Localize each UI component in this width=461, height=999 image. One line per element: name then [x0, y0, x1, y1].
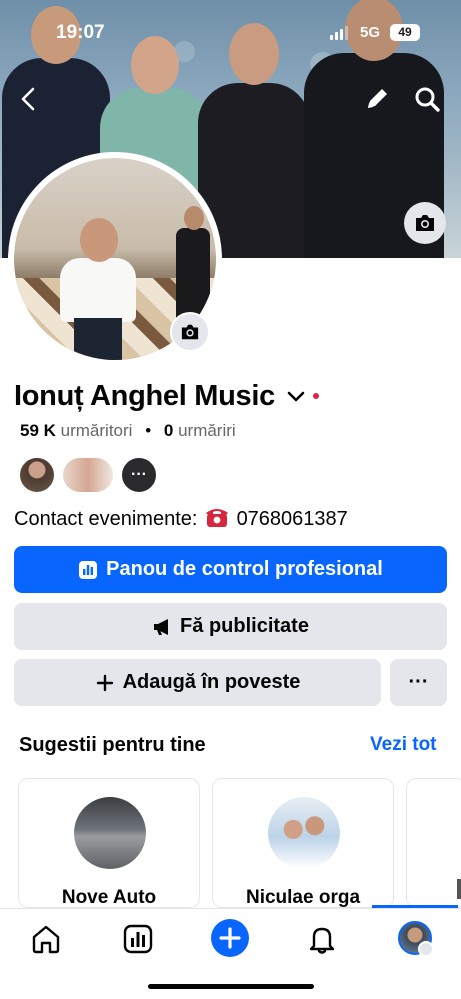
camera-icon: [181, 324, 199, 340]
dashboard-label: Panou de control profesional: [106, 558, 383, 580]
plus-icon: [219, 927, 241, 949]
create-button[interactable]: [211, 919, 249, 957]
search-icon[interactable]: [412, 84, 442, 114]
bell-icon[interactable]: [306, 923, 338, 955]
status-bar: 19:07 5G 49: [0, 18, 461, 50]
battery-indicator: 49: [390, 24, 420, 41]
advertise-button[interactable]: Fă publicitate: [14, 603, 447, 650]
professional-dashboard-button[interactable]: Panou de control profesional: [14, 546, 447, 593]
bar-chart-icon: [79, 560, 98, 579]
edit-avatar-camera-button[interactable]: [170, 312, 210, 352]
advertise-label: Fă publicitate: [180, 615, 309, 637]
suggestion-card-fragment: [457, 879, 461, 899]
add-to-story-button[interactable]: Adaugă în poveste: [14, 659, 381, 706]
suggestion-card[interactable]: Niculae orga: [212, 778, 394, 908]
profile-name-row[interactable]: Ionuț Anghel Music: [14, 376, 319, 416]
suggestions-title: Sugestii pentru tine: [19, 734, 206, 756]
home-icon[interactable]: [30, 923, 62, 955]
followers-count[interactable]: 59 K: [20, 421, 56, 440]
more-friends-button[interactable]: ···: [120, 456, 158, 494]
stats-separator: •: [145, 421, 152, 440]
more-options-icon: ···: [408, 671, 429, 693]
following-label[interactable]: urmăriri: [178, 421, 236, 440]
notification-dot: [312, 393, 319, 399]
signal-icon: [330, 26, 350, 40]
add-story-label: Adaugă în poveste: [122, 671, 301, 693]
chevron-down-icon[interactable]: [285, 385, 307, 407]
followers-label[interactable]: urmăritori: [61, 421, 133, 440]
megaphone-icon: [154, 618, 169, 635]
see-all-link[interactable]: Vezi tot: [370, 734, 437, 756]
edit-cover-camera-button[interactable]: [404, 202, 446, 244]
home-indicator: [148, 984, 314, 989]
plus-icon: [96, 674, 113, 691]
status-time: 19:07: [56, 22, 105, 43]
suggestion-avatar[interactable]: [74, 797, 146, 869]
friend-avatar[interactable]: [18, 456, 56, 494]
telephone-icon: [206, 509, 228, 527]
suggestion-card[interactable]: Nove Auto: [18, 778, 200, 908]
profile-bio: Contact evenimente: 0768061387: [14, 506, 348, 531]
profile-name: Ionuț Anghel Music: [14, 379, 275, 412]
pencil-icon[interactable]: [362, 84, 392, 114]
profile-stats: 59 K urmăritori • 0 urmăriri: [20, 421, 236, 441]
contact-phone[interactable]: 0768061387: [237, 508, 348, 530]
bar-chart-icon[interactable]: [122, 923, 154, 955]
following-count[interactable]: 0: [164, 421, 173, 440]
network-type: 5G: [360, 24, 381, 41]
menu-badge-icon: [418, 941, 434, 957]
suggestion-avatar[interactable]: [268, 797, 340, 869]
contact-label: Contact evenimente:: [14, 508, 198, 530]
more-options-button[interactable]: ···: [390, 659, 447, 706]
camera-icon: [416, 215, 434, 231]
friend-avatar[interactable]: [61, 456, 115, 494]
suggestion-name[interactable]: Nove Auto: [19, 887, 199, 907]
chevron-left-icon[interactable]: [14, 84, 44, 114]
suggestion-card[interactable]: [406, 778, 461, 908]
suggestion-name[interactable]: Niculae orga: [213, 887, 393, 907]
